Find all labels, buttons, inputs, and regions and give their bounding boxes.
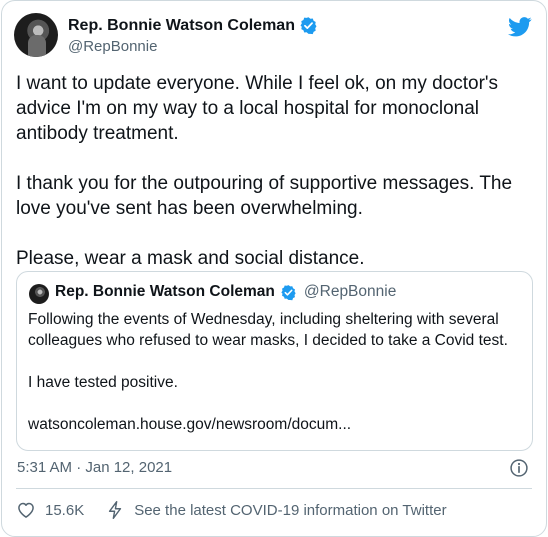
covid-info-link[interactable]: See the latest COVID-19 information on T…	[134, 502, 446, 519]
author-name[interactable]: Rep. Bonnie Watson Coleman	[68, 17, 295, 35]
tweet-paragraph: I thank you for the outpouring of suppor…	[16, 173, 513, 219]
info-icon[interactable]	[509, 458, 529, 478]
twitter-bird-icon[interactable]	[508, 17, 532, 37]
tweet-header: Rep. Bonnie Watson Coleman @RepBonnie	[14, 13, 534, 59]
tweet-timestamp[interactable]: 5:31 AM · Jan 12, 2021	[17, 459, 172, 476]
divider	[16, 488, 532, 489]
tweet-body: I want to update everyone. While I feel …	[16, 71, 536, 271]
author-handle[interactable]: @RepBonnie	[68, 38, 157, 55]
tweet-card[interactable]: Rep. Bonnie Watson Coleman @RepBonnie I …	[1, 0, 547, 537]
quoted-paragraph: Following the events of Wednesday, inclu…	[28, 311, 508, 349]
quoted-author-avatar	[29, 284, 49, 304]
quoted-tweet-header: Rep. Bonnie Watson Coleman @RepBonnie	[55, 283, 396, 301]
quoted-author-name: Rep. Bonnie Watson Coleman	[55, 283, 275, 300]
quoted-tweet-body: Following the events of Wednesday, inclu…	[28, 309, 528, 435]
author-name-row: Rep. Bonnie Watson Coleman	[68, 16, 318, 35]
quoted-link[interactable]: watsoncoleman.house.gov/newsroom/docum..…	[28, 414, 528, 435]
lightning-bolt-icon	[109, 500, 122, 520]
quoted-tweet[interactable]: Rep. Bonnie Watson Coleman @RepBonnie Fo…	[16, 271, 533, 451]
like-count[interactable]: 15.6K	[45, 502, 84, 519]
quoted-paragraph: I have tested positive.	[28, 374, 178, 391]
verified-badge-icon	[300, 17, 317, 35]
author-avatar[interactable]	[14, 13, 58, 57]
heart-icon[interactable]	[16, 500, 36, 520]
tweet-paragraph: I want to update everyone. While I feel …	[16, 73, 499, 144]
verified-badge-icon	[281, 284, 296, 300]
tweet-actions: 15.6K See the latest COVID-19 informatio…	[16, 498, 447, 522]
tweet-paragraph: Please, wear a mask and social distance.	[16, 248, 365, 269]
quoted-author-handle: @RepBonnie	[303, 283, 397, 300]
